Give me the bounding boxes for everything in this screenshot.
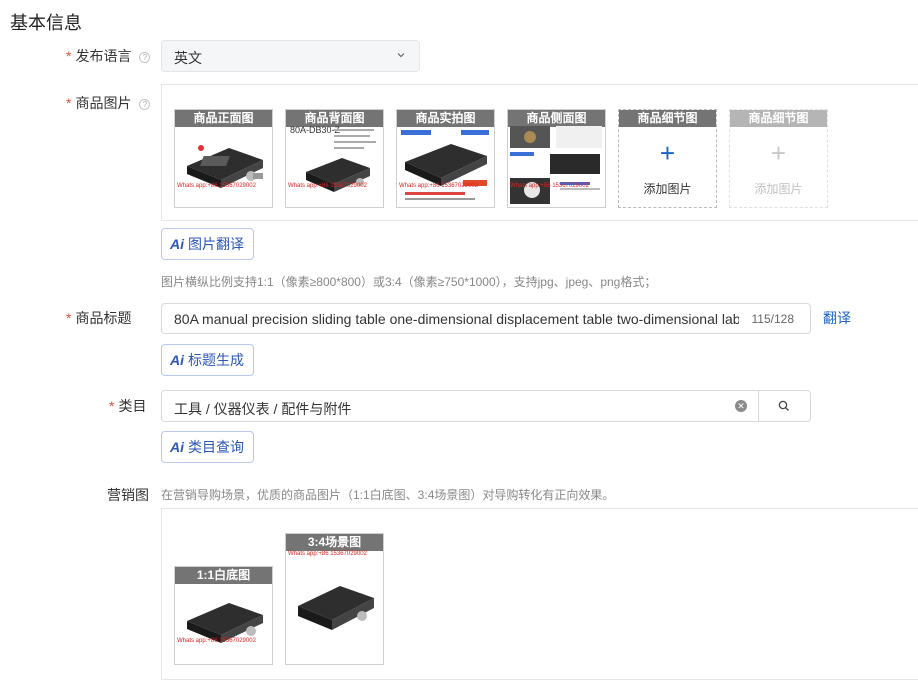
product-photo xyxy=(401,130,489,200)
category-query-label: 类目查询 xyxy=(188,439,244,455)
image-caption: 3:4场景图 xyxy=(286,534,383,551)
product-image-side[interactable]: 商品侧面图 Whats app:+86 15367029002 xyxy=(507,109,606,208)
plus-icon: + xyxy=(659,138,676,168)
product-image-back[interactable]: 商品背面图 80A-DB30-Z Whats app:+86 153670290… xyxy=(285,109,384,208)
add-image-slot-disabled: 商品细节图 + 添加图片 xyxy=(729,109,828,208)
watermark-text: Whats app:+86 15367029002 xyxy=(177,183,256,189)
image-translate-label: 图片翻译 xyxy=(188,236,244,252)
add-image-text: 添加图片 xyxy=(643,182,692,196)
image-caption: 商品正面图 xyxy=(175,110,272,127)
language-select-value: 英文 xyxy=(174,50,202,66)
image-caption: 商品侧面图 xyxy=(508,110,605,127)
product-photo xyxy=(298,586,374,630)
required-mark: * xyxy=(66,48,72,64)
divider xyxy=(758,391,759,421)
image-caption: 商品细节图 xyxy=(619,110,716,127)
product-image-front[interactable]: 商品正面图 Whats app:+86 15367029002 xyxy=(174,109,273,208)
title-char-counter: 115/128 xyxy=(751,312,795,326)
image-caption: 1:1白底图 xyxy=(175,567,272,584)
category-label: 类目 xyxy=(118,398,147,414)
product-photo xyxy=(306,158,370,192)
search-icon[interactable] xyxy=(777,399,791,413)
add-image-text: 添加图片 xyxy=(754,182,803,196)
category-query-button[interactable]: Ai 类目查询 xyxy=(161,431,254,463)
marketing-image-white-bg[interactable]: 1:1白底图 Whats app:+86 15367029002 xyxy=(174,566,273,665)
ai-icon: Ai xyxy=(170,439,184,455)
required-mark: * xyxy=(66,95,72,111)
category-input-value: 工具 / 仪器仪表 / 配件与附件 xyxy=(174,401,352,417)
title-generate-label: 标题生成 xyxy=(188,352,244,368)
category-input[interactable]: 工具 / 仪器仪表 / 配件与附件 ✕ xyxy=(161,390,811,422)
title-translate-link[interactable]: 翻译 xyxy=(823,308,851,328)
watermark-text: Whats app:+86 15367029002 xyxy=(177,638,256,644)
product-images-panel: 商品正面图 Whats app:+86 15367029002 商品背面图 80… xyxy=(161,84,918,221)
title-input-value: 80A manual precision sliding table one-d… xyxy=(174,311,739,327)
required-mark: * xyxy=(66,310,72,326)
product-photo xyxy=(510,126,602,204)
image-caption: 商品细节图 xyxy=(730,110,827,127)
ai-icon: Ai xyxy=(170,236,184,252)
model-text: 80A-DB30-Z xyxy=(290,125,341,135)
watermark-text: Whats app:+86 15367029002 xyxy=(288,183,367,189)
image-caption: 商品实拍图 xyxy=(397,110,494,127)
watermark-text: Whats app:+86 15367029002 xyxy=(399,183,478,189)
language-label-row: * 发布语言? xyxy=(66,46,151,66)
image-translate-button[interactable]: Ai 图片翻译 xyxy=(161,228,254,260)
required-mark: * xyxy=(109,398,115,414)
question-circle-icon[interactable]: ? xyxy=(139,99,151,110)
watermark-text: Whats app:+86 15367029002 xyxy=(510,183,589,189)
title-label: 商品标题 xyxy=(75,310,132,326)
title-label-row: * 商品标题 xyxy=(66,308,131,328)
images-label-row: * 商品图片? xyxy=(66,93,151,113)
image-format-hint: 图片横纵比例支持1:1（像素≥800*800）或3:4（像素≥750*1000）… xyxy=(161,275,657,289)
marketing-images-panel: 1:1白底图 Whats app:+86 15367029002 3:4场景图 … xyxy=(161,508,918,680)
images-label: 商品图片 xyxy=(75,95,132,111)
title-input[interactable]: 80A manual precision sliding table one-d… xyxy=(161,303,811,334)
marketing-image-scene[interactable]: 3:4场景图 Whats app:+86 15367029002 xyxy=(285,533,384,665)
product-image-real[interactable]: 商品实拍图 Whats app:+86 15367029002 xyxy=(396,109,495,208)
title-generate-button[interactable]: Ai 标题生成 xyxy=(161,344,254,376)
clear-circle-icon[interactable]: ✕ xyxy=(735,400,747,412)
category-label-row: * 类目 xyxy=(109,396,146,416)
add-image-slot[interactable]: 商品细节图 + 添加图片 xyxy=(618,109,717,208)
ai-icon: Ai xyxy=(170,352,184,368)
plus-icon: + xyxy=(770,138,787,168)
question-circle-icon[interactable]: ? xyxy=(139,52,151,63)
marketing-hint: 在营销导购场景，优质的商品图片（1:1白底图、3:4场景图）对导购转化有正向效果… xyxy=(161,488,615,502)
language-select[interactable]: 英文 xyxy=(161,40,420,72)
marketing-label: 营销图 xyxy=(107,487,149,503)
watermark-text: Whats app:+86 15367029002 xyxy=(288,551,367,557)
language-label: 发布语言 xyxy=(75,48,132,64)
section-title: 基本信息 xyxy=(10,13,82,33)
chevron-down-icon xyxy=(397,53,405,58)
